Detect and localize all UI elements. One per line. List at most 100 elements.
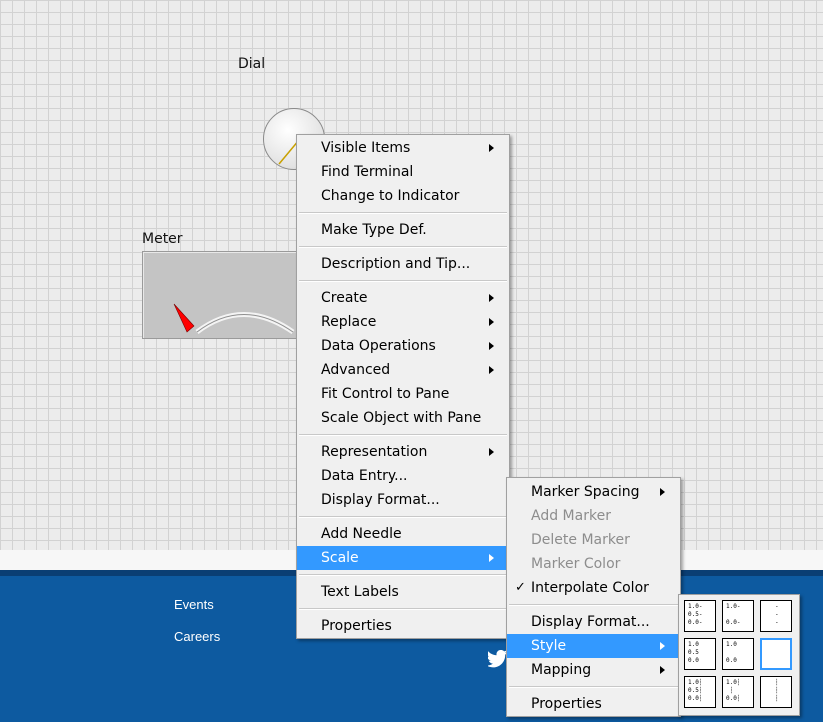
menu-separator [299,516,507,518]
submenu-arrow-icon [489,144,494,152]
menu-item-label: Marker Color [531,556,621,572]
menu-item-label: Delete Marker [531,532,630,548]
menu-item-label: Add Marker [531,508,611,524]
menu-item-label: Marker Spacing [531,484,640,500]
menu-item-label: Description and Tip... [321,256,471,272]
meter-scale-arc [173,303,295,335]
submenu-arrow-icon [660,666,665,674]
tick-label: 1.0 [726,641,737,648]
menu-item-add-marker[interactable]: Add Marker [507,504,680,528]
menu-item-label: Create [321,290,368,306]
menu-item-scale[interactable]: Scale [297,546,509,570]
menu-item-label: Fit Control to Pane [321,386,450,402]
menu-item-add-needle[interactable]: Add Needle [297,522,509,546]
dial-label: Dial [238,56,266,72]
menu-item-visible-items[interactable]: Visible Items [297,136,509,160]
menu-item-label: Advanced [321,362,391,378]
menu-item-label: Mapping [531,662,592,678]
scale-style-option[interactable]: 1.0 0.0 [722,638,754,670]
menu-separator [299,246,507,248]
menu-item-replace[interactable]: Replace [297,310,509,334]
scale-style-option[interactable]: 1.0- 0.0- [722,600,754,632]
menu-separator [299,574,507,576]
menu-separator [509,686,678,688]
tick-label: 0.0 [688,695,699,702]
menu-item-data-operations[interactable]: Data Operations [297,334,509,358]
menu-item-representation[interactable]: Representation [297,440,509,464]
menu-item-marker-spacing[interactable]: Marker Spacing [507,480,680,504]
context-menu: Visible Items Find Terminal Change to In… [296,134,510,639]
menu-item-properties[interactable]: Properties [297,614,509,638]
menu-item-create[interactable]: Create [297,286,509,310]
menu-item-data-entry[interactable]: Data Entry... [297,464,509,488]
menu-separator [299,280,507,282]
meter-label: Meter [142,231,183,247]
menu-item-label: Scale Object with Pane [321,410,482,426]
menu-item-label: Data Entry... [321,468,408,484]
menu-item-scale-object-with-pane[interactable]: Scale Object with Pane [297,406,509,430]
menu-item-delete-marker[interactable]: Delete Marker [507,528,680,552]
menu-item-display-format[interactable]: Display Format... [507,610,680,634]
menu-item-label: Display Format... [531,614,650,630]
tick-label: 1.0 [688,641,699,648]
menu-item-style[interactable]: Style [507,634,680,658]
submenu-arrow-icon [660,488,665,496]
menu-separator [509,604,678,606]
submenu-arrow-icon [489,318,494,326]
menu-separator [299,212,507,214]
scale-style-option[interactable]: 1.0┆ ┆ 0.0┆ [722,676,754,708]
menu-item-description-and-tip[interactable]: Description and Tip... [297,252,509,276]
menu-item-label: Add Needle [321,526,402,542]
tick-label: 0.5 [688,649,699,656]
tick-label: 0.5 [688,611,699,618]
menu-item-display-format[interactable]: Display Format... [297,488,509,512]
tick-label: 0.0 [726,619,737,626]
tick-label: 1.0 [688,679,699,686]
footer-link-events[interactable]: Events [174,597,214,612]
scale-style-option[interactable]: 1.0 0.5 0.0 [684,638,716,670]
meter-control[interactable] [142,251,302,339]
menu-item-change-to-indicator[interactable]: Change to Indicator [297,184,509,208]
menu-item-label: Properties [321,618,392,634]
submenu-arrow-icon [489,554,494,562]
tick-label: 0.5 [688,687,699,694]
menu-item-marker-color[interactable]: Marker Color [507,552,680,576]
menu-item-label: Display Format... [321,492,440,508]
scale-style-option[interactable]: - - - [760,600,792,632]
submenu-arrow-icon [489,448,494,456]
menu-item-interpolate-color[interactable]: ✓ Interpolate Color [507,576,680,600]
menu-item-make-type-def[interactable]: Make Type Def. [297,218,509,242]
meter-needle [173,303,195,333]
menu-item-advanced[interactable]: Advanced [297,358,509,382]
tick-label: 0.0 [726,657,737,664]
scale-style-option[interactable]: 1.0- 0.5- 0.0- [684,600,716,632]
tick-label: 1.0 [726,679,737,686]
menu-item-fit-control-to-pane[interactable]: Fit Control to Pane [297,382,509,406]
scale-style-palette: 1.0- 0.5- 0.0- 1.0- 0.0- - - - 1.0 0.5 0… [678,594,800,716]
menu-item-mapping[interactable]: Mapping [507,658,680,682]
check-icon: ✓ [515,580,526,595]
menu-item-label: Change to Indicator [321,188,460,204]
submenu-arrow-icon [489,366,494,374]
submenu-arrow-icon [660,642,665,650]
menu-separator [299,608,507,610]
menu-item-label: Style [531,638,567,654]
menu-item-label: Replace [321,314,377,330]
scale-style-option[interactable]: ┆ ┆ ┆ [760,676,792,708]
tick-label: 1.0 [726,603,737,610]
tick-label: 1.0 [688,603,699,610]
tick-label: 0.0 [688,619,699,626]
menu-item-properties[interactable]: Properties [507,692,680,716]
footer-link-careers[interactable]: Careers [174,629,220,644]
menu-item-text-labels[interactable]: Text Labels [297,580,509,604]
scale-style-option-selected[interactable] [760,638,792,670]
menu-item-label: Find Terminal [321,164,414,180]
menu-item-label: Data Operations [321,338,436,354]
submenu-arrow-icon [489,294,494,302]
menu-item-label: Visible Items [321,140,411,156]
scale-style-option[interactable]: 1.0┆ 0.5┆ 0.0┆ [684,676,716,708]
menu-item-find-terminal[interactable]: Find Terminal [297,160,509,184]
tick-label: 0.0 [726,695,737,702]
menu-separator [299,434,507,436]
submenu-arrow-icon [489,342,494,350]
